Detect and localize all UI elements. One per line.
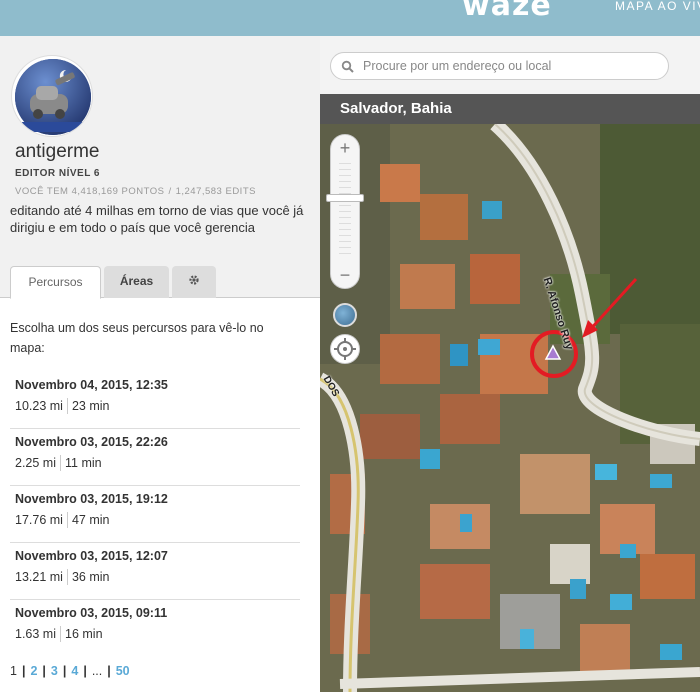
route-date: Novembro 03, 2015, 22:26 — [15, 435, 168, 449]
tab-areas[interactable]: Áreas — [104, 266, 169, 298]
editing-description: editando até 4 milhas em torno de vias q… — [10, 203, 304, 235]
route-date: Novembro 03, 2015, 19:12 — [15, 492, 168, 506]
map-area[interactable]: Salvador, Bahia — [320, 36, 700, 692]
page-link[interactable]: 4 — [71, 664, 78, 678]
route-duration: 11 min — [65, 456, 102, 470]
routes-intro: Escolha um dos seus percursos para vê-lo… — [10, 321, 264, 355]
editor-level: EDITOR NÍVEL 6 — [15, 168, 100, 179]
satellite-map[interactable] — [320, 124, 700, 692]
avatar — [11, 55, 93, 137]
zoom-slider-track[interactable] — [339, 163, 351, 259]
route-duration: 36 min — [71, 570, 110, 584]
points-count: VOCÊ TEM 4,418,169 PONTOS — [15, 186, 165, 197]
page-ellipsis: ... — [91, 664, 103, 678]
route-meta: 17.76 mi 47 min — [15, 512, 109, 528]
user-stats: VOCÊ TEM 4,418,169 PONTOS/1,247,583 EDIT… — [15, 186, 256, 197]
zoom-out-button[interactable]: − — [331, 262, 359, 288]
top-header: waze MAPA AO VIVO — [0, 0, 700, 36]
page-link-last[interactable]: 50 — [116, 664, 130, 678]
zoom-slider-handle[interactable] — [326, 194, 364, 202]
route-distance: 1.63 mi — [15, 627, 56, 641]
route-duration: 16 min — [65, 627, 103, 641]
zoom-in-button[interactable]: + — [331, 135, 359, 161]
route-item[interactable]: Novembro 04, 2015, 12:35 10.23 mi 23 min — [10, 372, 300, 429]
route-meta: 2.25 mi 11 min — [15, 455, 102, 471]
route-duration: 23 min — [71, 399, 110, 413]
zoom-control: + − — [326, 134, 364, 289]
route-item[interactable]: Novembro 03, 2015, 19:12 17.76 mi 47 min — [10, 486, 300, 543]
route-item[interactable]: Novembro 03, 2015, 09:11 1.63 mi 16 min — [10, 600, 300, 657]
live-map-link[interactable]: MAPA AO VIVO — [615, 0, 700, 13]
route-distance: 10.23 mi — [15, 399, 63, 413]
route-date: Novembro 04, 2015, 12:35 — [15, 378, 168, 392]
waze-logo[interactable]: waze — [462, 0, 552, 23]
search-icon — [341, 60, 355, 74]
crosshair-icon — [334, 338, 356, 360]
avatar-image-icon — [15, 59, 91, 135]
username: antigerme — [15, 141, 100, 162]
search-input[interactable] — [363, 56, 658, 76]
page-current: 1 — [10, 664, 17, 678]
location-title: Salvador, Bahia — [320, 94, 700, 124]
route-meta: 10.23 mi 23 min — [15, 398, 109, 414]
pagination: 1 | 2 | 3 | 4 |... | 50 — [10, 664, 130, 678]
map-layers-icon[interactable] — [333, 303, 357, 327]
route-distance: 13.21 mi — [15, 570, 63, 584]
tab-settings[interactable] — [172, 266, 216, 298]
search-box[interactable] — [330, 52, 669, 80]
route-duration: 47 min — [71, 513, 110, 527]
route-item[interactable]: Novembro 03, 2015, 12:07 13.21 mi 36 min — [10, 543, 300, 600]
route-date: Novembro 03, 2015, 09:11 — [15, 606, 168, 620]
page-link[interactable]: 2 — [30, 664, 37, 678]
route-item[interactable]: Novembro 03, 2015, 22:26 2.25 mi 11 min — [10, 429, 300, 486]
sidebar: antigerme EDITOR NÍVEL 6 VOCÊ TEM 4,418,… — [0, 36, 320, 692]
search-bar-container — [320, 36, 700, 94]
route-distance: 2.25 mi — [15, 456, 56, 470]
tab-percursos[interactable]: Percursos — [10, 266, 101, 299]
locate-me-button[interactable] — [330, 334, 360, 364]
route-meta: 13.21 mi 36 min — [15, 569, 109, 585]
gear-icon — [188, 273, 200, 288]
route-distance: 17.76 mi — [15, 513, 63, 527]
edits-count: 1,247,583 EDITS — [175, 186, 256, 197]
route-date: Novembro 03, 2015, 12:07 — [15, 549, 168, 563]
tab-bar: Percursos Áreas — [0, 266, 320, 299]
page-link[interactable]: 3 — [51, 664, 58, 678]
route-meta: 1.63 mi 16 min — [15, 626, 103, 642]
